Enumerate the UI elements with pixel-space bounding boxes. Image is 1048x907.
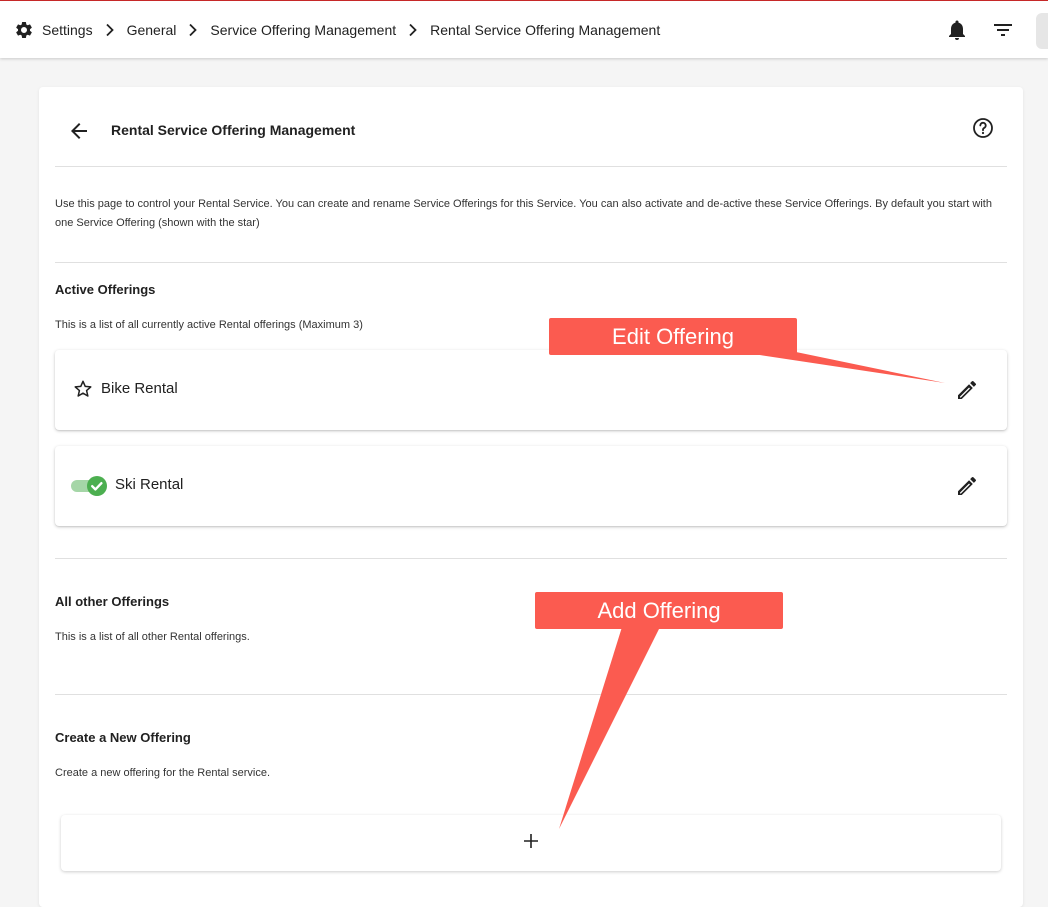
callout-pointers: [559, 352, 945, 829]
add-callout-pointer: [559, 627, 660, 829]
add-offering-callout: Add Offering: [535, 592, 783, 629]
edit-offering-callout: Edit Offering: [549, 318, 797, 355]
edit-callout-pointer: [740, 352, 945, 383]
